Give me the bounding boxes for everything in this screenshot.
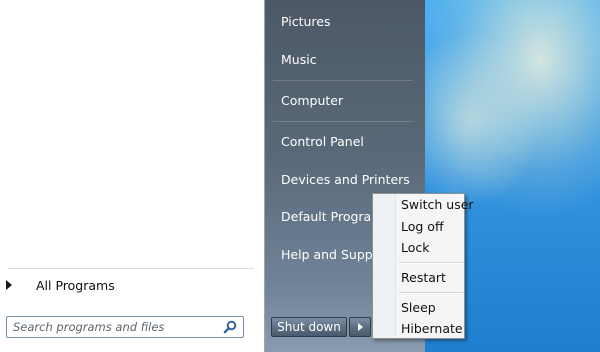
divider bbox=[399, 262, 463, 264]
start-menu-left-pane: All Programs bbox=[0, 0, 265, 352]
menu-item-devices-and-printers[interactable]: Devices and Printers bbox=[281, 172, 410, 187]
menu-item-switch-user[interactable]: Switch user bbox=[401, 197, 474, 212]
menu-item-hibernate[interactable]: Hibernate bbox=[401, 321, 463, 336]
arrow-right-icon bbox=[6, 280, 12, 290]
shutdown-button[interactable]: Shut down bbox=[271, 317, 347, 337]
shutdown-options-button[interactable] bbox=[349, 317, 371, 337]
menu-gutter bbox=[373, 194, 396, 338]
search-input[interactable] bbox=[13, 319, 213, 335]
menu-item-sleep[interactable]: Sleep bbox=[401, 300, 436, 315]
arrow-right-icon bbox=[358, 323, 363, 331]
all-programs-button[interactable]: All Programs bbox=[0, 274, 262, 298]
menu-item-log-off[interactable]: Log off bbox=[401, 219, 444, 234]
menu-item-music[interactable]: Music bbox=[281, 52, 317, 67]
all-programs-label: All Programs bbox=[36, 278, 115, 293]
divider bbox=[399, 292, 463, 294]
divider bbox=[8, 268, 254, 269]
divider bbox=[273, 80, 413, 81]
search-box[interactable] bbox=[6, 316, 244, 338]
power-options-menu: Switch user Log off Lock Restart Sleep H… bbox=[372, 193, 474, 339]
menu-item-control-panel[interactable]: Control Panel bbox=[281, 134, 364, 149]
divider bbox=[273, 121, 413, 122]
search-icon[interactable] bbox=[223, 320, 237, 334]
menu-item-lock[interactable]: Lock bbox=[401, 240, 430, 255]
menu-item-pictures[interactable]: Pictures bbox=[281, 14, 331, 29]
menu-item-computer[interactable]: Computer bbox=[281, 93, 343, 108]
menu-item-restart[interactable]: Restart bbox=[401, 270, 446, 285]
